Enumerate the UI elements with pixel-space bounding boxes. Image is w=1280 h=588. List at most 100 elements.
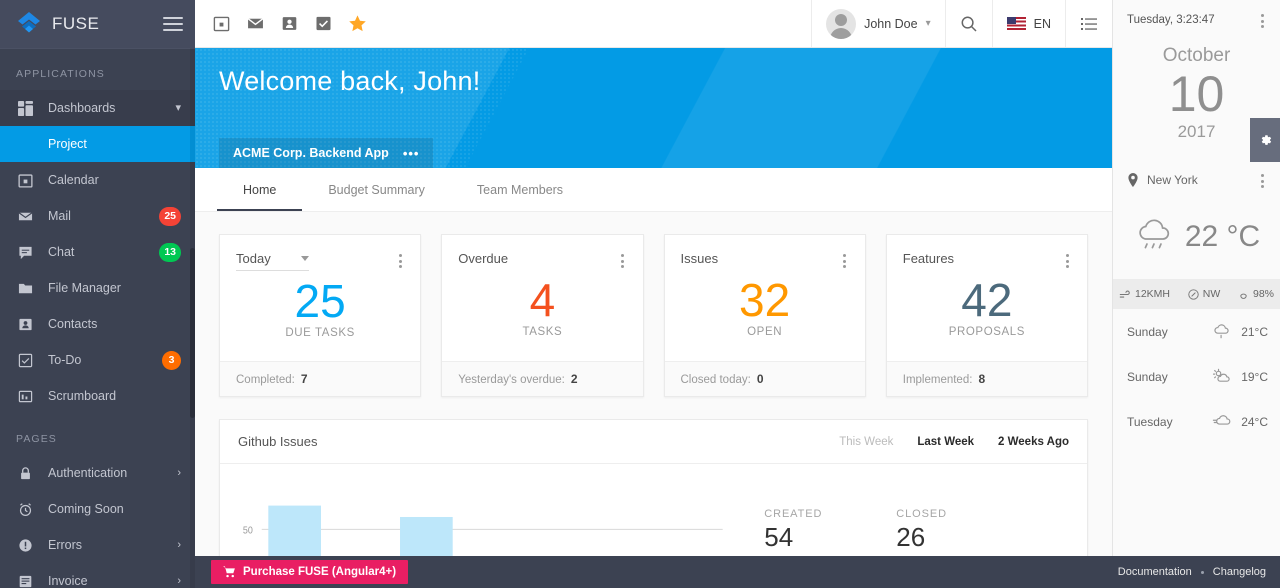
contacts-icon[interactable]	[279, 14, 299, 34]
card-foot-value: 0	[757, 372, 764, 386]
today-range-select[interactable]: Today	[236, 251, 309, 271]
location-name: New York	[1147, 173, 1198, 187]
app-footer: Purchase FUSE (Angular4+) Documentation …	[195, 556, 1280, 588]
checkbox-icon	[16, 351, 34, 369]
gear-icon	[1258, 133, 1273, 148]
chat-icon	[16, 243, 34, 261]
stat-label: CLOSED	[896, 508, 947, 520]
card-today: Today 25 DUE TASKS Completed: 7	[219, 234, 421, 397]
card-menu-icon[interactable]	[837, 251, 853, 268]
quick-panel-button[interactable]	[1065, 0, 1112, 47]
card-body: 4 TASKS	[442, 268, 642, 361]
purchase-button[interactable]: Purchase FUSE (Angular4+)	[211, 560, 408, 584]
footer-separator-dot	[1201, 571, 1204, 574]
card-menu-icon[interactable]	[392, 251, 408, 268]
star-icon[interactable]	[347, 14, 367, 34]
sidebar-item-label: Authentication	[48, 466, 177, 480]
forecast-day: Tuesday	[1127, 415, 1173, 429]
calendar-icon[interactable]	[211, 14, 231, 34]
sidebar-scroll-area: APPLICATIONS Dashboards ▾ Project	[0, 49, 195, 588]
forecast-temp: 24°C	[1241, 415, 1268, 429]
forecast-day: Sunday	[1127, 325, 1168, 339]
card-footer: Implemented: 8	[887, 361, 1087, 396]
tab-team-members[interactable]: Team Members	[451, 168, 589, 211]
welcome-banner: Welcome back, John! ACME Corp. Backend A…	[195, 48, 1112, 168]
range-last-week[interactable]: Last Week	[917, 436, 974, 448]
weather-menu-icon[interactable]	[1254, 171, 1270, 188]
location-pin-icon	[1127, 173, 1139, 187]
todo-icon[interactable]	[313, 14, 333, 34]
app-root: FUSE APPLICATIONS Dashboards ▾ Project	[0, 0, 1280, 588]
wind-icon	[1119, 290, 1131, 299]
fuse-logo-icon	[16, 11, 42, 37]
sidebar-item-errors[interactable]: Errors ›	[0, 527, 195, 563]
user-menu[interactable]: John Doe ▾	[811, 0, 945, 47]
card-foot-value: 8	[978, 372, 985, 386]
main-area: John Doe ▾ EN	[195, 0, 1112, 588]
sidebar-item-coming-soon[interactable]: Coming Soon	[0, 491, 195, 527]
range-this-week[interactable]: This Week	[839, 436, 893, 448]
sidebar-item-authentication[interactable]: Authentication ›	[0, 455, 195, 491]
sidebar-badge-mail: 25	[159, 207, 181, 226]
footer-link-documentation[interactable]: Documentation	[1118, 566, 1192, 578]
sidebar-item-label: To-Do	[48, 353, 162, 367]
purchase-label: Purchase FUSE (Angular4+)	[243, 566, 396, 578]
card-value: 42	[961, 276, 1012, 324]
forecast-temp: 21°C	[1241, 325, 1268, 339]
search-button[interactable]	[945, 0, 992, 47]
tab-home[interactable]: Home	[217, 168, 302, 211]
forecast-right: 21°C	[1212, 323, 1268, 340]
wind-value: 12KMH	[1135, 288, 1170, 300]
sidebar-item-file-manager[interactable]: File Manager	[0, 270, 195, 306]
forecast-right: 24°C	[1212, 413, 1268, 430]
card-foot-label: Yesterday's overdue:	[458, 374, 565, 386]
sidebar-item-scrumboard[interactable]: Scrumboard	[0, 378, 195, 414]
forecast-temp: 19°C	[1241, 370, 1268, 384]
us-flag-icon	[1007, 17, 1026, 30]
brand-logo[interactable]: FUSE	[16, 11, 99, 37]
date-menu-icon[interactable]	[1254, 11, 1270, 28]
sidebar-item-chat[interactable]: Chat 13	[0, 234, 195, 270]
sidebar-badge-todo: 3	[162, 351, 181, 370]
range-filters: This Week Last Week 2 Weeks Ago	[839, 436, 1069, 448]
sidebar-item-todo[interactable]: To-Do 3	[0, 342, 195, 378]
card-menu-icon[interactable]	[1059, 251, 1075, 268]
project-selector-button[interactable]: ACME Corp. Backend App •••	[219, 138, 433, 168]
card-title: Issues	[681, 251, 719, 266]
hamburger-icon[interactable]	[163, 17, 183, 31]
day-label: 10	[1113, 67, 1280, 122]
sidebar-item-label: Contacts	[48, 317, 181, 331]
sidebar-item-project[interactable]: Project	[0, 126, 195, 162]
partly-sun-icon	[1212, 368, 1231, 385]
card-title: Overdue	[458, 251, 508, 266]
language-selector[interactable]: EN	[992, 0, 1065, 47]
range-2-weeks-ago[interactable]: 2 Weeks Ago	[998, 436, 1069, 448]
user-name: John Doe	[864, 17, 918, 31]
card-value: 25	[295, 277, 346, 325]
top-toolbar: John Doe ▾ EN	[195, 0, 1112, 48]
direction-value: NW	[1203, 288, 1221, 300]
settings-toggle-button[interactable]	[1250, 118, 1280, 162]
stat-value: 26	[896, 522, 947, 553]
sidebar-item-dashboards[interactable]: Dashboards ▾	[0, 90, 195, 126]
alarm-icon	[16, 500, 34, 518]
sidebar-item-calendar[interactable]: Calendar	[0, 162, 195, 198]
sidebar-item-contacts[interactable]: Contacts	[0, 306, 195, 342]
footer-link-changelog[interactable]: Changelog	[1213, 566, 1266, 578]
temperature: 22 °C	[1185, 220, 1260, 254]
tab-budget-summary[interactable]: Budget Summary	[302, 168, 451, 211]
wind-speed: 12KMH	[1119, 288, 1170, 300]
navigation-sidebar: FUSE APPLICATIONS Dashboards ▾ Project	[0, 0, 195, 588]
sidebar-item-invoice[interactable]: Invoice ›	[0, 563, 195, 588]
rain-icon	[1212, 323, 1231, 340]
humidity: 98%	[1238, 288, 1274, 300]
card-foot-label: Completed:	[236, 374, 295, 386]
card-header: Today	[220, 235, 420, 271]
sidebar-item-mail[interactable]: Mail 25	[0, 198, 195, 234]
sidebar-item-label: Errors	[48, 538, 177, 552]
mail-icon[interactable]	[245, 14, 265, 34]
chevron-right-icon: ›	[177, 576, 181, 587]
dashboard-icon	[16, 99, 34, 117]
date-time-row: Tuesday, 3:23:47	[1113, 0, 1280, 39]
card-menu-icon[interactable]	[615, 251, 631, 268]
